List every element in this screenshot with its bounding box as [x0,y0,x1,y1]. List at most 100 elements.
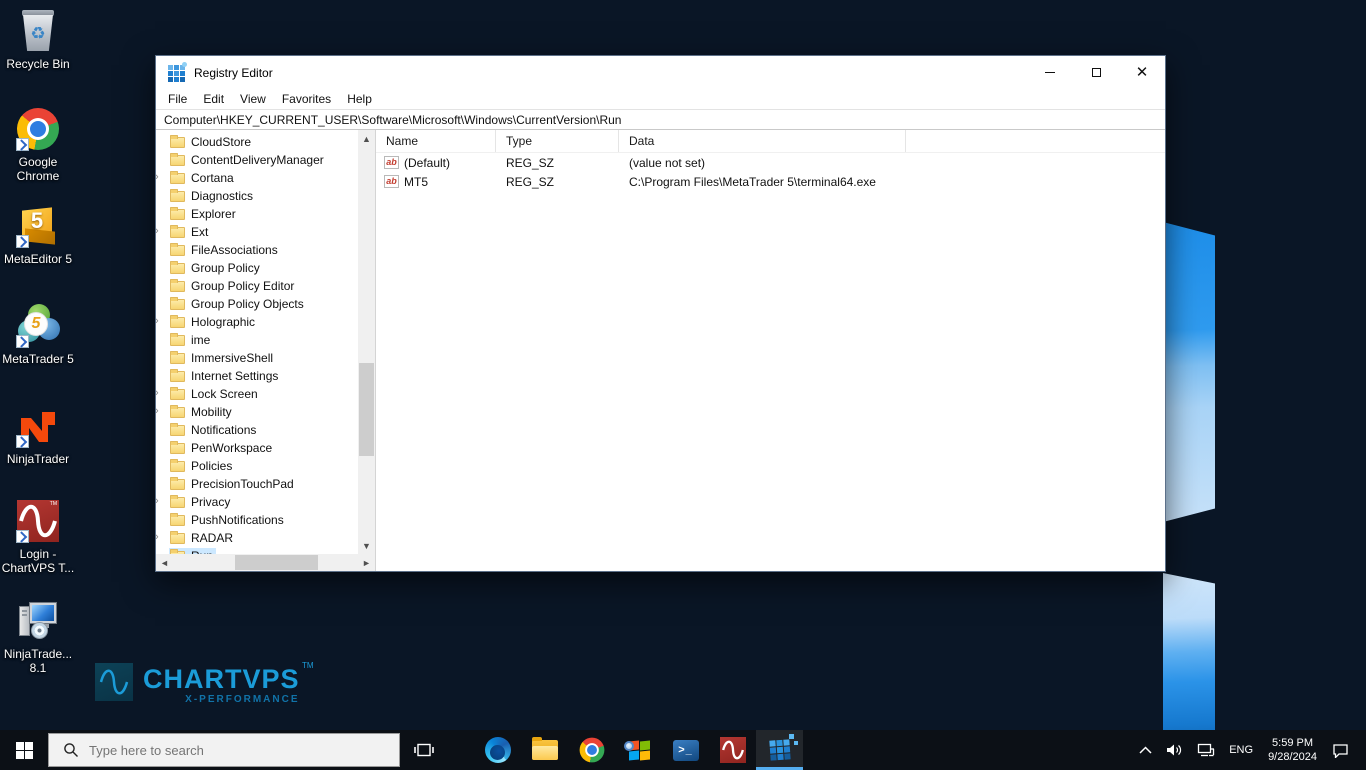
tray-time: 5:59 PM [1272,737,1314,749]
tree-item-group-policy-editor[interactable]: Group Policy Editor [156,277,358,295]
action-center-button[interactable] [1325,730,1356,770]
tree-vertical-scrollbar[interactable]: ▲ ▼ [358,130,375,554]
expand-chevron-icon[interactable]: › [156,405,164,417]
taskbar-search[interactable] [48,733,400,767]
network-button[interactable] [1190,730,1222,770]
tree-item-fileassociations[interactable]: FileAssociations [156,241,358,259]
expand-chevron-icon[interactable]: › [156,225,164,237]
tree-item-diagnostics[interactable]: Diagnostics [156,187,358,205]
tree-item-mobility[interactable]: › Mobility [156,403,358,421]
registry-tree-pane: CloudStore ContentDeliveryManager › Cortana… [156,130,376,571]
taskbar-app-windows-app[interactable] [615,730,662,770]
taskbar-app-file-explorer[interactable] [521,730,568,770]
taskbar-app-chrome[interactable] [568,730,615,770]
tree-item-ext[interactable]: › Ext [156,223,358,241]
desktop-icon-metatrader-5[interactable]: 5 MetaTrader 5 [0,303,76,366]
tree-item-policies[interactable]: Policies [156,457,358,475]
column-header-name[interactable]: Name [376,130,496,152]
tree-item-run[interactable]: Run [156,547,358,554]
desktop-icon-ninjatrader-installer[interactable]: NinjaTrade... 8.1 [0,598,76,675]
expand-chevron-icon[interactable]: › [156,387,164,399]
scroll-down-button[interactable]: ▼ [358,537,375,554]
minimize-button[interactable] [1027,56,1073,89]
desktop-icon-recycle-bin[interactable]: ♻ Recycle Bin [0,8,76,71]
address-bar[interactable]: Computer\HKEY_CURRENT_USER\Software\Micr… [156,109,1165,130]
tree-item-penworkspace[interactable]: PenWorkspace [156,439,358,457]
folder-icon [170,368,185,382]
tree-item-immersiveshell[interactable]: ImmersiveShell [156,349,358,367]
tree-item-cloudstore[interactable]: CloudStore [156,133,358,151]
registry-values-pane: Name Type Data ab (Default) REG_SZ (value n… [376,130,1165,571]
expand-chevron-icon[interactable]: › [156,171,164,183]
tree-item-pushnotifications[interactable]: PushNotifications [156,511,358,529]
menu-edit[interactable]: Edit [195,90,232,108]
windows-logo-pane-bottom [1163,573,1215,748]
desktop-icon-label: MetaEditor 5 [3,252,73,266]
expand-chevron-icon[interactable]: › [156,495,164,507]
folder-icon [170,188,185,202]
menu-favorites[interactable]: Favorites [274,90,339,108]
volume-button[interactable] [1159,730,1190,770]
taskbar-app-edge[interactable] [474,730,521,770]
tree-item-lock-screen[interactable]: › Lock Screen [156,385,358,403]
value-data: (value not set) [629,155,706,170]
tree-horizontal-scrollbar[interactable]: ◄ ► [156,554,375,571]
tree-item-group-policy[interactable]: Group Policy [156,259,358,277]
scroll-up-button[interactable]: ▲ [358,130,375,147]
registry-editor-icon [168,61,187,82]
registry-value-row[interactable]: ab MT5 REG_SZ C:\Program Files\MetaTrader 5… [376,172,1165,191]
tree-item-precisiontouchpad[interactable]: PrecisionTouchPad [156,475,358,493]
string-value-icon: ab [384,175,399,188]
search-input[interactable] [89,742,399,758]
scroll-left-button[interactable]: ◄ [156,554,173,571]
tree-item-radar[interactable]: › RADAR [156,529,358,547]
address-path: Computer\HKEY_CURRENT_USER\Software\Micr… [164,112,622,127]
brand-name: CHARTVPS [143,664,300,694]
tree-item-holographic[interactable]: › Holographic [156,313,358,331]
task-view-button[interactable] [400,730,448,770]
taskbar-app-chartvps[interactable] [709,730,756,770]
menu-help[interactable]: Help [339,90,380,108]
tree-item-label: PushNotifications [191,513,284,527]
desktop-icon-ninjatrader[interactable]: NinjaTrader [0,403,76,466]
registry-value-row[interactable]: ab (Default) REG_SZ (value not set) [376,153,1165,172]
tree-item-ime[interactable]: ime [156,331,358,349]
notification-icon [1333,743,1348,758]
desktop-icon-chartvps-login[interactable]: TM Login - ChartVPS T... [0,498,76,575]
menu-view[interactable]: View [232,90,274,108]
tree-item-explorer[interactable]: Explorer [156,205,358,223]
recycle-bin-icon: ♻ [15,8,61,54]
menu-file[interactable]: File [160,90,195,108]
speaker-icon [1167,744,1182,756]
vertical-scroll-thumb[interactable] [359,363,374,457]
scroll-right-button[interactable]: ► [358,554,375,571]
taskbar-app-registry-editor[interactable] [756,730,803,770]
desktop-icon-google-chrome[interactable]: Google Chrome [0,106,76,183]
expand-chevron-icon[interactable]: › [156,315,164,327]
expand-chevron-icon[interactable]: › [156,531,164,543]
tree-item-notifications[interactable]: Notifications [156,421,358,439]
tree-item-privacy[interactable]: › Privacy [156,493,358,511]
tree-item-group-policy-objects[interactable]: Group Policy Objects [156,295,358,313]
horizontal-scroll-thumb[interactable] [234,555,319,570]
folder-icon [170,152,185,166]
tree-item-contentdeliverymanager[interactable]: ContentDeliveryManager [156,151,358,169]
tray-expand-button[interactable] [1132,730,1159,770]
start-button[interactable] [0,730,48,770]
maximize-button[interactable] [1073,56,1119,89]
close-button[interactable]: ✕ [1119,56,1165,89]
folder-icon [170,404,185,418]
search-icon [64,743,78,757]
column-header-type[interactable]: Type [496,130,619,152]
tree-item-cortana[interactable]: › Cortana [156,169,358,187]
title-bar[interactable]: Registry Editor ✕ [156,56,1165,89]
column-header-data[interactable]: Data [619,130,906,152]
tree-item-label: Notifications [191,423,257,437]
desktop-icon-metaeditor-5[interactable]: 5 MetaEditor 5 [0,203,76,266]
clock[interactable]: 5:59 PM 9/28/2024 [1260,736,1325,764]
taskbar-app-powershell[interactable]: >_ [662,730,709,770]
tree-item-internet-settings[interactable]: Internet Settings [156,367,358,385]
tree-item-label: ContentDeliveryManager [191,153,324,167]
language-indicator[interactable]: ENG [1222,730,1260,770]
tree-item-label: Explorer [191,207,236,221]
